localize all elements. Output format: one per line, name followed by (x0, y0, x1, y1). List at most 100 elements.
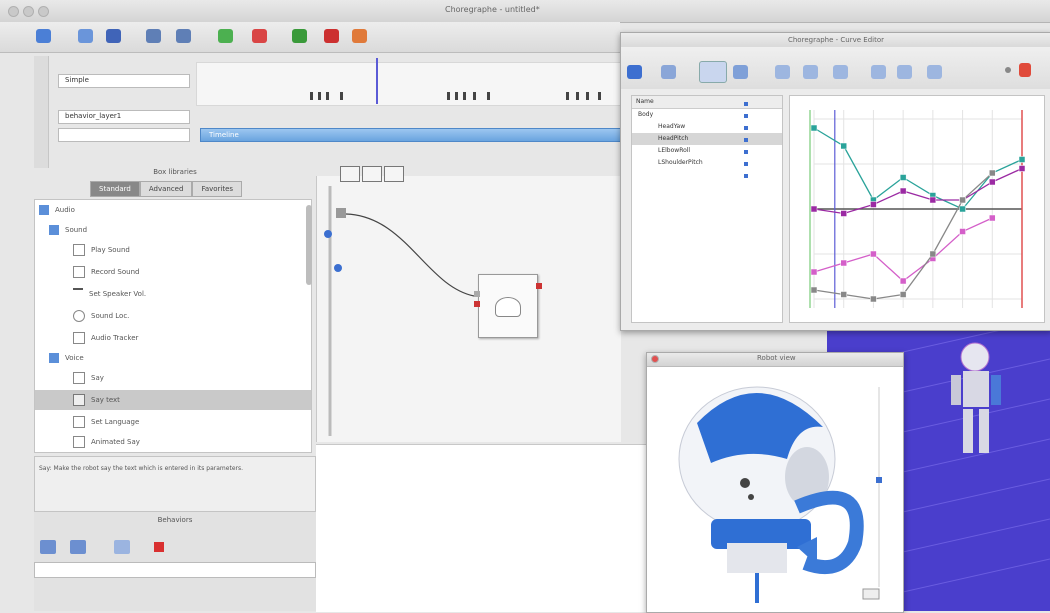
box-input-port[interactable] (474, 291, 480, 297)
zoom-window-button[interactable] (38, 6, 49, 17)
say-box[interactable] (474, 274, 542, 338)
curve-keyframe-point[interactable] (989, 169, 996, 177)
input-port[interactable] (334, 264, 342, 272)
zoom-slider-handle[interactable] (876, 477, 882, 483)
robot-figure[interactable] (951, 342, 1001, 453)
play-icon[interactable] (292, 29, 307, 43)
window-controls[interactable] (8, 6, 53, 20)
keyframe[interactable] (576, 92, 579, 100)
edit-behavior-icon[interactable] (70, 540, 86, 554)
spline-key-icon[interactable] (897, 65, 912, 79)
frame-select[interactable] (58, 128, 190, 142)
undo-icon[interactable] (146, 29, 161, 43)
redo-icon[interactable] (176, 29, 191, 43)
box-input-port[interactable] (474, 301, 480, 307)
tab-favorites[interactable]: Favorites (192, 181, 243, 197)
tree-item-voice[interactable]: Voice (49, 348, 84, 368)
curve-keyframe-point[interactable] (989, 178, 996, 186)
keyframe[interactable] (310, 92, 313, 100)
curve-plot[interactable] (789, 95, 1045, 323)
curve-keyframe-point[interactable] (1018, 165, 1026, 172)
smooth-key-icon[interactable] (803, 65, 818, 79)
tree-item-audio[interactable]: Audio (39, 200, 75, 220)
curve-keyframe-point[interactable] (959, 228, 966, 235)
behavior-list[interactable] (34, 562, 316, 578)
flatten-key-icon[interactable] (871, 65, 886, 79)
keyframe[interactable] (487, 92, 490, 100)
tree-item-say-text[interactable]: Say text (35, 390, 311, 410)
debug-icon[interactable] (352, 29, 367, 43)
curve-keyframe-point[interactable] (870, 201, 877, 208)
tab-standard[interactable]: Standard (90, 181, 140, 197)
pan-tool-icon[interactable] (661, 65, 676, 79)
behavior-layer-select[interactable]: behavior_layer1 (58, 110, 190, 124)
select-tool-icon[interactable] (627, 65, 642, 79)
keyframe[interactable] (463, 92, 466, 100)
upload-icon[interactable] (114, 540, 130, 554)
curve-series-line[interactable] (813, 127, 1023, 210)
keyframe[interactable] (447, 92, 450, 100)
tab-advanced[interactable]: Advanced (139, 181, 193, 197)
curve-keyframe-point[interactable] (810, 205, 818, 213)
box-output-port[interactable] (536, 283, 542, 289)
keyframe[interactable] (318, 92, 321, 100)
bezier-key-icon[interactable] (833, 65, 848, 79)
disconnect-icon[interactable] (252, 29, 267, 43)
robot-3d-view[interactable] (647, 367, 903, 611)
close-window-button[interactable] (651, 355, 659, 363)
minus-icon[interactable] (1005, 67, 1011, 73)
curve-keyframe-point[interactable] (899, 291, 907, 298)
script-editor[interactable] (316, 444, 646, 612)
zoom-in-icon[interactable] (733, 65, 748, 79)
keyframe[interactable] (455, 92, 458, 100)
minimize-window-button[interactable] (23, 6, 34, 17)
keyframe[interactable] (586, 92, 589, 100)
tree-item-play-sound[interactable]: Play Sound (73, 240, 130, 260)
library-scrollbar[interactable] (306, 205, 312, 285)
motor-item[interactable]: LElbowRoll (632, 145, 782, 157)
reset-view-button[interactable] (862, 588, 880, 600)
tree-item-sound[interactable]: Sound (49, 220, 87, 240)
open-icon[interactable] (78, 29, 93, 43)
curve-keyframe-point[interactable] (929, 196, 937, 204)
curve-keyframe-point[interactable] (870, 295, 877, 303)
connect-icon[interactable] (218, 29, 233, 43)
timeline-mode-select[interactable]: Simple (58, 74, 190, 88)
input-port[interactable] (324, 230, 332, 238)
curve-keyframe-point[interactable] (810, 124, 818, 132)
tree-item-say[interactable]: Say (73, 368, 104, 388)
curve-keyframe-point[interactable] (1018, 156, 1026, 163)
keyframe[interactable] (340, 92, 343, 100)
add-behavior-icon[interactable] (40, 540, 56, 554)
curve-keyframe-point[interactable] (840, 291, 847, 298)
curve-keyframe-point[interactable] (870, 250, 877, 258)
motor-item[interactable]: HeadYaw (632, 121, 782, 133)
tree-item-audio-tracker[interactable]: Audio Tracker (73, 328, 138, 348)
motor-item[interactable]: LShoulderPitch (632, 157, 782, 169)
curve-keyframe-point[interactable] (959, 196, 966, 204)
close-window-button[interactable] (8, 6, 19, 17)
tree-item-animated-say[interactable]: Animated Say (73, 432, 140, 452)
curve-keyframe-point[interactable] (899, 174, 907, 181)
connection-link[interactable] (345, 213, 475, 297)
timeline-layer-bar[interactable]: Timeline (200, 128, 622, 142)
timeline-cursor[interactable] (376, 58, 378, 104)
curve-keyframe-point[interactable] (959, 205, 966, 213)
stop-behavior-icon[interactable] (154, 542, 164, 552)
timeline-ruler[interactable] (196, 62, 622, 106)
curve-keyframe-point[interactable] (840, 142, 847, 150)
curve-keyframe-point[interactable] (840, 259, 847, 267)
keyframe[interactable] (566, 92, 569, 100)
linear-key-icon[interactable] (775, 65, 790, 79)
curve-keyframe-point[interactable] (929, 250, 937, 258)
step-key-icon[interactable] (927, 65, 942, 79)
curve-keyframe-point[interactable] (989, 214, 996, 222)
motor-visibility-toggles[interactable] (744, 102, 748, 182)
keyframe[interactable] (598, 92, 601, 100)
curve-keyframe-point[interactable] (840, 210, 847, 217)
zoom-fit-icon[interactable] (699, 61, 727, 83)
onstart-input-port[interactable] (336, 208, 346, 218)
keyframe[interactable] (326, 92, 329, 100)
new-icon[interactable] (36, 29, 51, 43)
keyframe[interactable] (473, 92, 476, 100)
